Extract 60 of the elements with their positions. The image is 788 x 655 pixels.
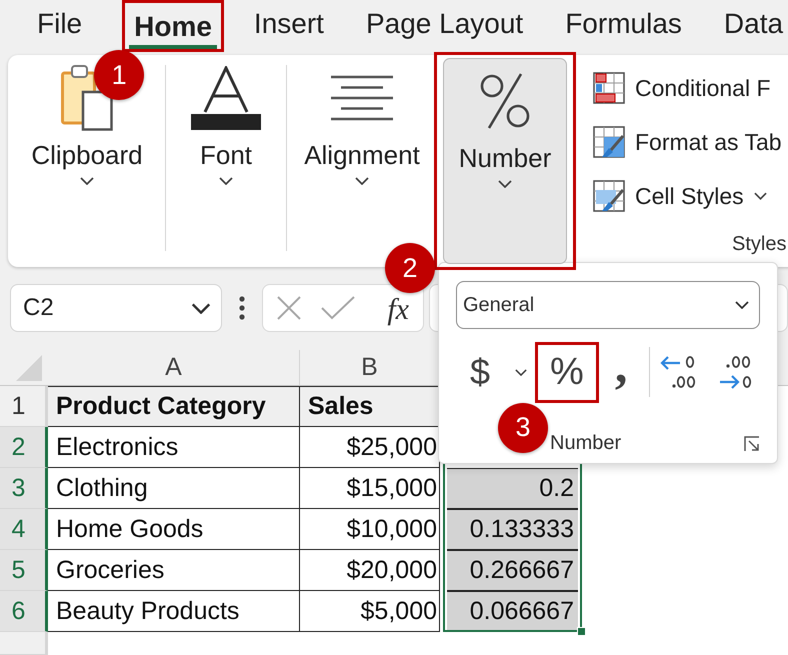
- chevron-down-icon[interactable]: [191, 302, 211, 314]
- chevron-down-icon: [219, 177, 233, 185]
- group-label: Styles: [732, 233, 786, 256]
- table-cell: Sales: [300, 386, 440, 427]
- number-format-dropdown[interactable]: General: [456, 281, 760, 329]
- name-box[interactable]: C2: [10, 284, 222, 332]
- font-group-button[interactable]: Font: [171, 55, 281, 267]
- chevron-down-icon: [735, 301, 749, 309]
- cell-styles-button[interactable]: Cell Styles: [593, 169, 786, 223]
- table-cell: 0.2: [447, 468, 578, 509]
- row-header[interactable]: 4: [0, 509, 48, 550]
- more-dots-icon[interactable]: [239, 296, 245, 320]
- ribbon-tab[interactable]: Home: [129, 3, 217, 49]
- row-header[interactable]: 2: [0, 427, 48, 468]
- currency-button[interactable]: $: [466, 346, 536, 398]
- cell-brush-icon: [593, 180, 625, 212]
- format-as-table-button[interactable]: Format as Tab: [593, 115, 786, 169]
- table-cell: $15,000: [300, 468, 440, 509]
- step-marker: 3: [498, 402, 548, 452]
- table-cell: Groceries: [48, 550, 300, 591]
- ribbon-tab[interactable]: Insert: [248, 0, 329, 46]
- row-header[interactable]: 5: [0, 550, 48, 591]
- fill-handle[interactable]: [577, 627, 586, 636]
- row-header[interactable]: 1: [0, 386, 48, 427]
- table-brush-icon: [593, 126, 625, 158]
- table-cell: Beauty Products: [48, 591, 300, 632]
- table-cell: $5,000: [300, 591, 440, 632]
- number-group-button[interactable]: Number: [443, 58, 567, 264]
- percent-icon: [480, 73, 530, 129]
- table-cell: Electronics: [48, 427, 300, 468]
- chevron-down-icon: [498, 180, 512, 188]
- chevron-down-icon: [355, 177, 369, 185]
- check-icon[interactable]: [321, 296, 355, 320]
- ribbon-tab[interactable]: Formulas: [560, 0, 687, 46]
- clipboard-icon: [61, 65, 113, 131]
- table-cell: Home Goods: [48, 509, 300, 550]
- step-marker: 2: [385, 243, 435, 293]
- ribbon-tab[interactable]: Page Layout: [360, 0, 528, 46]
- comma-style-button[interactable]: ,: [610, 346, 632, 398]
- percent-style-button[interactable]: %: [546, 346, 588, 398]
- table-cell: Product Category: [48, 386, 300, 427]
- insert-function-button[interactable]: fx: [385, 296, 411, 324]
- table-cell: $10,000: [300, 509, 440, 550]
- highlighted-grid-icon: [593, 72, 625, 104]
- dialog-launcher-icon[interactable]: [744, 436, 760, 452]
- font-color-icon: [191, 66, 261, 130]
- align-lines-icon: [331, 75, 393, 121]
- table-cell: 0.266667: [447, 550, 578, 591]
- table-cell: 0.066667: [447, 591, 578, 632]
- chevron-down-icon: [515, 368, 528, 376]
- row-header[interactable]: 6: [0, 591, 48, 632]
- group-label: Number: [550, 432, 622, 455]
- row-header[interactable]: 3: [0, 468, 48, 509]
- ribbon-tab[interactable]: Data: [718, 0, 788, 46]
- conditional-formatting-button[interactable]: Conditional F: [593, 61, 786, 115]
- ribbon-tab[interactable]: File: [32, 0, 88, 46]
- chevron-down-icon: [80, 177, 94, 185]
- table-cell: $20,000: [300, 550, 440, 591]
- table-cell: Clothing: [48, 468, 300, 509]
- table-cell: 0.133333: [447, 509, 578, 550]
